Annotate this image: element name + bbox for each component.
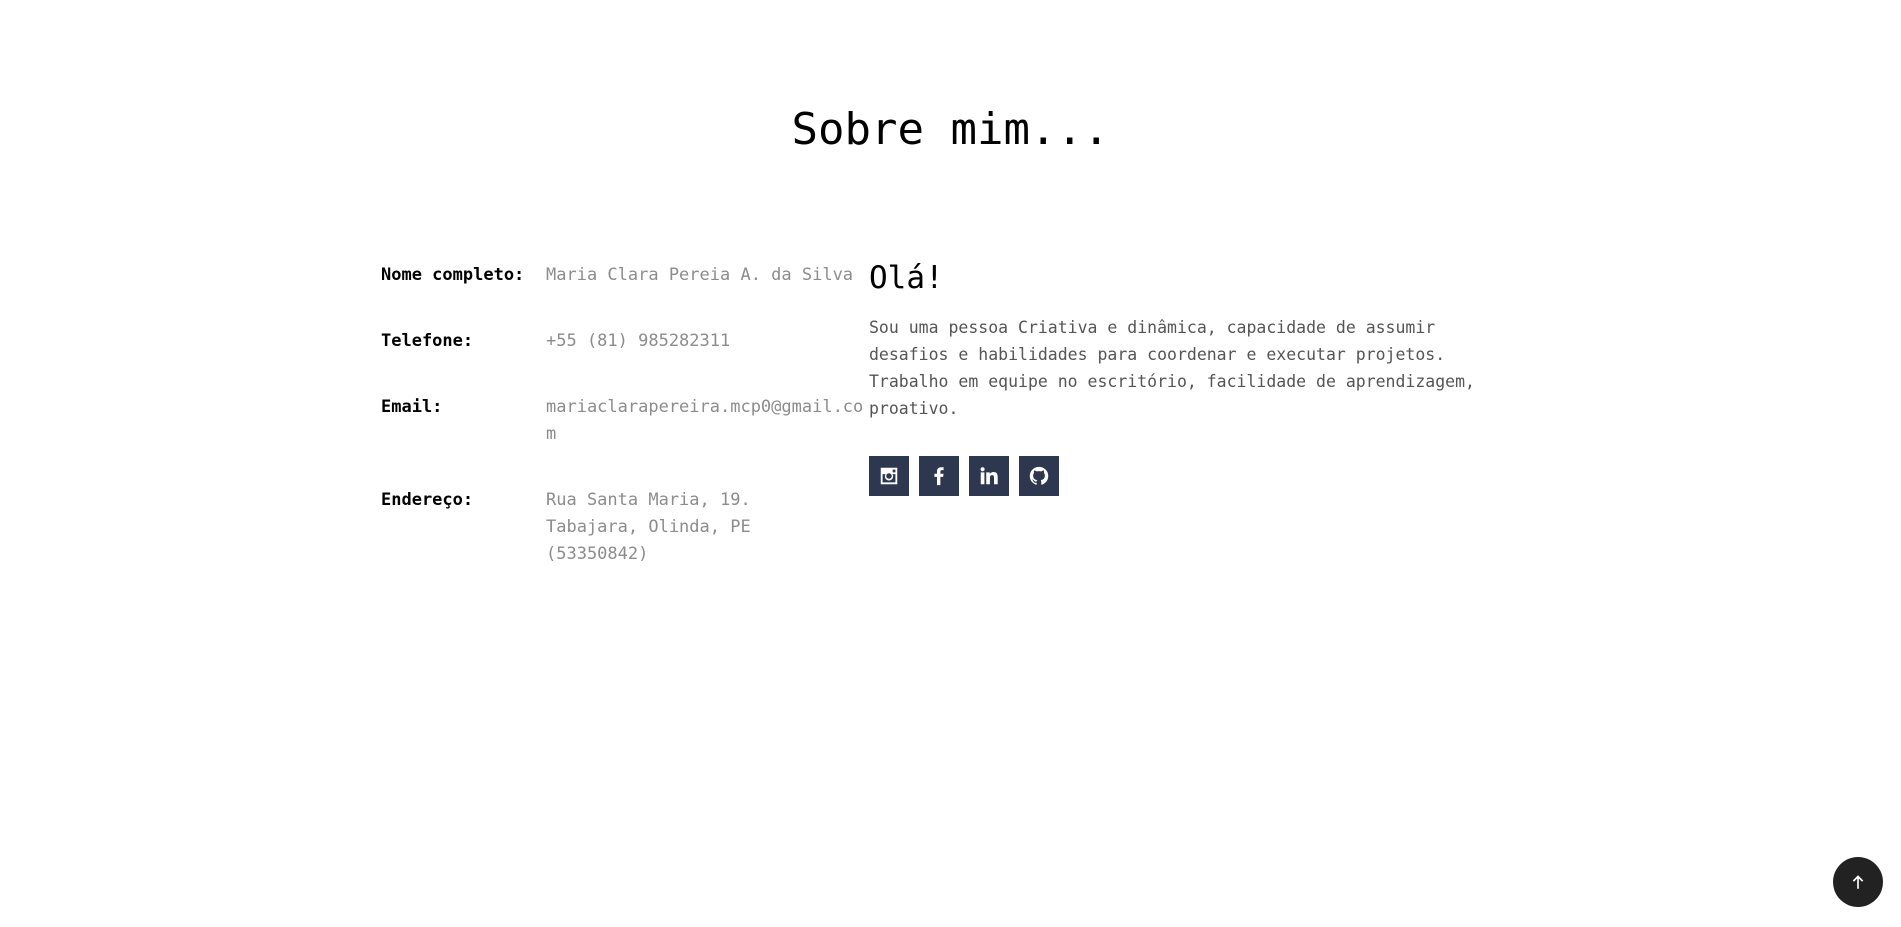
about-text: Sou uma pessoa Criativa e dinâmica, capa…: [869, 318, 1475, 418]
linkedin-button[interactable]: [969, 456, 1009, 496]
social-links: [869, 456, 1519, 496]
about-page: Sobre mim... Nome completo: Maria Clara …: [0, 0, 1901, 927]
facebook-icon: [934, 467, 944, 486]
info-value: Maria Clara Pereia A. da Silva: [546, 265, 854, 285]
github-icon: [1029, 466, 1049, 485]
info-value: mariaclarapereira.mcp0@gmail.com: [546, 397, 864, 444]
instagram-icon: [880, 467, 898, 485]
about-block: Olá! Sou uma pessoa Criativa e dinâmica,…: [869, 260, 1519, 496]
info-value: Rua Santa Maria, 19. Tabajara, Olinda, P…: [546, 490, 751, 564]
arrow-up-icon: [1852, 875, 1864, 889]
facebook-button[interactable]: [919, 456, 959, 496]
info-label: Telefone:: [381, 331, 474, 351]
info-label: Nome completo:: [381, 265, 525, 285]
info-label: Endereço:: [381, 490, 474, 510]
info-row-address: Endereço: Rua Santa Maria, 19. Tabajara,…: [381, 487, 871, 568]
linkedin-icon: [980, 467, 998, 485]
instagram-button[interactable]: [869, 456, 909, 496]
section-title: Sobre mim...: [791, 104, 1110, 155]
info-row-phone: Telefone: +55 (81) 985282311: [381, 328, 871, 355]
github-button[interactable]: [1019, 456, 1059, 496]
contact-info: Nome completo: Maria Clara Pereia A. da …: [381, 262, 871, 607]
back-to-top-button[interactable]: [1833, 857, 1883, 907]
info-row-email: Email: mariaclarapereira.mcp0@gmail.com: [381, 394, 871, 448]
info-label: Email:: [381, 397, 443, 417]
info-row-name: Nome completo: Maria Clara Pereia A. da …: [381, 262, 871, 289]
about-heading: Olá!: [869, 260, 944, 296]
info-value: +55 (81) 985282311: [546, 331, 731, 351]
